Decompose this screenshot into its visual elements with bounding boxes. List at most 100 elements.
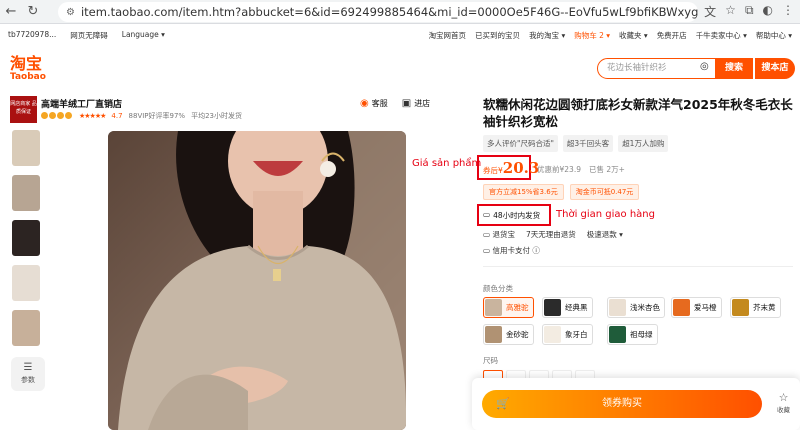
params-button[interactable]: ☰ 参数 xyxy=(11,357,45,391)
site-info-icon[interactable]: ⚙ xyxy=(66,7,75,18)
nav-seller-center[interactable]: 千牛卖家中心 ▾ xyxy=(696,30,747,41)
logo-cn: 淘宝 xyxy=(10,54,43,73)
price-prefix: 券后¥ xyxy=(483,166,503,175)
color-thumb xyxy=(609,299,626,316)
thumbnail[interactable] xyxy=(12,220,40,256)
color-thumb xyxy=(485,326,502,343)
promo-discount[interactable]: 官方立减15%省3.6元 xyxy=(483,184,564,200)
product-tags: 多人评价"尺码合适" 超3千回头客 超1万人加购 xyxy=(483,135,669,152)
favorite-button[interactable]: ☆ 收藏 xyxy=(777,391,790,414)
color-option[interactable]: 金砂驼 xyxy=(483,324,534,345)
shop-rating: 4.7 xyxy=(111,112,123,120)
enter-store-button[interactable]: ▣ 进店 xyxy=(402,98,430,109)
services: ▭ 退货宝 7天无理由退货 极速退款 ▾ xyxy=(483,229,623,240)
search-bar: 花边长袖针织衫 ◎ 搜索 搜本店 xyxy=(597,58,797,79)
color-option[interactable]: 芥末黄 xyxy=(730,297,781,318)
store-icon: ▣ xyxy=(401,98,412,109)
nav-open-store[interactable]: 免费开店 xyxy=(657,30,687,41)
nav-cart[interactable]: 购物车 2 ▾ xyxy=(574,30,610,41)
thumbnail[interactable] xyxy=(12,130,40,166)
shop-logo[interactable]: 网店商家 品质保证 xyxy=(10,96,37,123)
nav-help-center[interactable]: 帮助中心 ▾ xyxy=(756,30,792,41)
product-photo xyxy=(108,131,406,430)
divider xyxy=(483,266,793,267)
chat-icon: ◉ xyxy=(360,98,369,109)
reload-icon[interactable]: ↻ xyxy=(22,1,44,23)
search-button[interactable]: 搜索 xyxy=(715,58,753,79)
buy-button[interactable]: 🛒 领券购买 xyxy=(482,390,762,418)
color-option[interactable]: 经典黑 xyxy=(542,297,593,318)
service-item[interactable]: 极速退款 ▾ xyxy=(587,229,623,240)
price-value: 20.3 xyxy=(502,159,540,177)
shop-name[interactable]: 高端羊绒工厂直销店 xyxy=(41,97,122,110)
size-label: 尺码 xyxy=(483,356,498,365)
shop-response-time: 平均23小时发货 xyxy=(191,112,242,120)
main-product-image[interactable] xyxy=(108,131,406,430)
payment-info: ▭ 信用卡支付 ⓘ xyxy=(483,246,540,255)
sold-count: 已售 2万+ xyxy=(588,165,625,174)
tag[interactable]: 超3千回头客 xyxy=(562,135,614,152)
color-thumb xyxy=(544,326,561,343)
thumbnail[interactable] xyxy=(12,175,40,211)
price-extra: 优惠前¥23.9 已售 2万+ xyxy=(537,164,625,175)
cart-icon: 🛒 xyxy=(496,397,510,410)
service-item[interactable]: ▭ 退货宝 xyxy=(483,229,515,240)
tag[interactable]: 多人评价"尺码合适" xyxy=(483,135,558,152)
buy-label: 领券购买 xyxy=(602,398,642,409)
user-account-link[interactable]: tb7720978... xyxy=(8,30,56,41)
truck-icon: ▭ xyxy=(483,210,491,219)
menu-icon[interactable]: ⋮ xyxy=(782,3,794,20)
thumbnail[interactable] xyxy=(12,310,40,346)
params-label: 参数 xyxy=(21,376,35,384)
buy-bar: 🛒 领券购买 ☆ 收藏 xyxy=(472,378,800,430)
tag[interactable]: 超1万人加购 xyxy=(618,135,669,152)
nav-home[interactable]: 淘宝网首页 xyxy=(429,30,467,41)
camera-icon[interactable]: ◎ xyxy=(700,61,709,72)
star-icon: ☆ xyxy=(778,391,789,404)
list-icon: ☰ xyxy=(23,362,33,373)
extension-icon[interactable]: ⧉ xyxy=(745,3,754,20)
taobao-logo[interactable]: 淘宝 Taobao xyxy=(10,56,46,83)
customer-service-button[interactable]: ◉ 客服 xyxy=(360,98,388,109)
product-title: 软糯休闲花边圆领打底衫女新款洋气2025年秋冬毛衣长袖针织衫宽松 xyxy=(483,97,793,129)
color-thumb xyxy=(673,299,690,316)
color-option-selected[interactable]: 高雅驼 xyxy=(483,297,534,318)
favorite-label: 收藏 xyxy=(777,406,790,414)
price: 券后¥ 20.3 xyxy=(483,159,539,177)
nav-purchased[interactable]: 已买到的宝贝 xyxy=(475,30,520,41)
color-option[interactable]: 浅米杏色 xyxy=(607,297,665,318)
back-icon[interactable]: ← xyxy=(0,1,22,23)
promo-coins[interactable]: 淘金币可抵0.47元 xyxy=(569,184,640,200)
payment-text[interactable]: 信用卡支付 ⓘ xyxy=(492,246,539,255)
search-input[interactable]: 花边长袖针织衫 xyxy=(597,58,717,79)
color-option[interactable]: 祖母绿 xyxy=(607,324,658,345)
promotions: 官方立减15%省3.6元 淘金币可抵0.47元 xyxy=(483,184,640,200)
star-icon[interactable]: ☆ xyxy=(725,3,736,20)
accessibility-link[interactable]: 网页无障碍 xyxy=(70,30,108,41)
color-option[interactable]: 爱马橙 xyxy=(671,297,722,318)
star-rating-icon: ★★★★★ xyxy=(79,112,106,120)
shipping-annotation: Thời gian giao hàng xyxy=(556,209,655,220)
color-option[interactable]: 象牙白 xyxy=(542,324,593,345)
logo-en: Taobao xyxy=(10,72,46,82)
language-dropdown[interactable]: Language ▾ xyxy=(122,30,165,41)
shipping-time: 48小时内发货 xyxy=(493,211,541,220)
nav-my-taobao[interactable]: 我的淘宝 ▾ xyxy=(529,30,565,41)
shop-meta: ★★★★★ 4.7 88VIP好评率97% 平均23小时发货 xyxy=(41,111,242,121)
address-bar[interactable]: ⚙ item.taobao.com/item.htm?abbucket=6&id… xyxy=(58,2,698,22)
search-store-button[interactable]: 搜本店 xyxy=(755,58,795,79)
thumbnail[interactable] xyxy=(12,265,40,301)
profile-icon[interactable]: ◐ xyxy=(763,3,773,20)
url-text: item.taobao.com/item.htm?abbucket=6&id=6… xyxy=(80,5,698,19)
color-thumb xyxy=(544,299,561,316)
color-thumb xyxy=(485,299,502,316)
color-thumb xyxy=(609,326,626,343)
shop-review-rate: 88VIP好评率97% xyxy=(128,112,186,120)
original-price: 优惠前¥23.9 xyxy=(537,165,581,174)
nav-favorites[interactable]: 收藏夹 ▾ xyxy=(619,30,648,41)
translate-icon[interactable]: 文 xyxy=(704,3,716,20)
shop-actions: ◉ 客服 ▣ 进店 xyxy=(360,98,430,109)
color-thumb xyxy=(732,299,749,316)
color-label: 颜色分类 xyxy=(483,284,513,293)
service-item[interactable]: 7天无理由退货 xyxy=(526,229,576,240)
